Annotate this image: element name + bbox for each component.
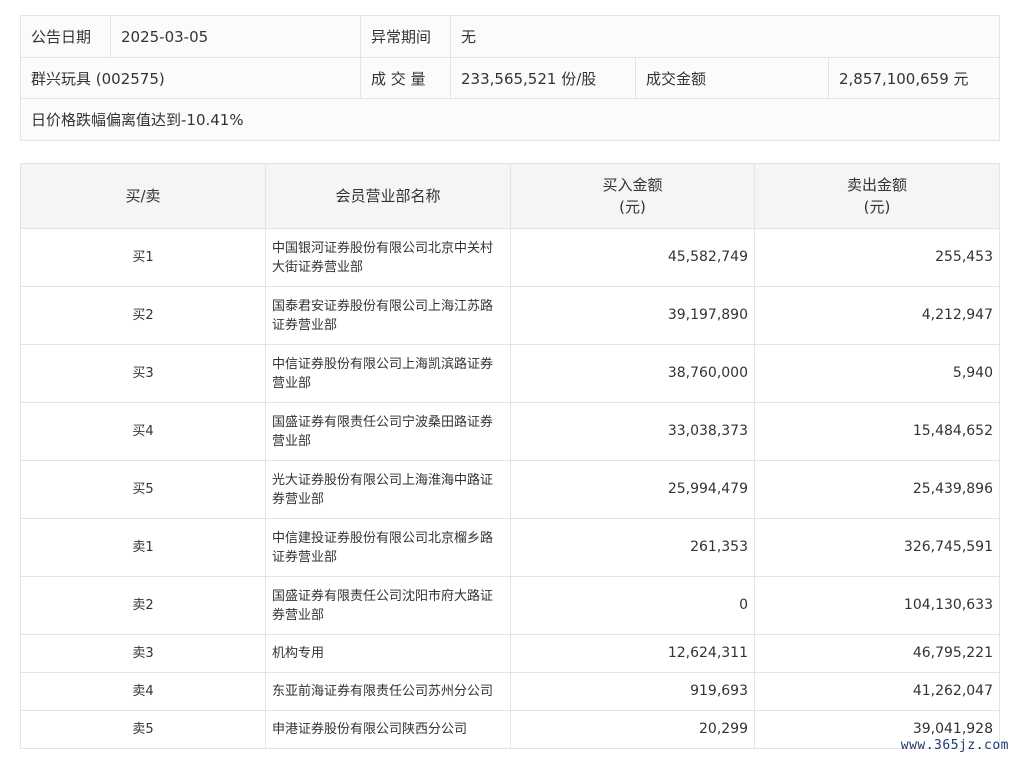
row-branch-name: 申港证券股份有限公司陕西分公司: [265, 710, 511, 749]
table-row: 卖3 机构专用 12,624,311 46,795,221: [20, 634, 1000, 673]
branch-name-line1: 光大证券股份有限公司上海淮海中路证: [272, 472, 494, 488]
volume-value: 233,565,521 份/股: [450, 57, 636, 99]
branch-name-line1: 国盛证券有限责任公司宁波桑田路证券: [272, 414, 494, 430]
branch-name-line1: 中国银河证券股份有限公司北京中关村: [272, 240, 494, 256]
branch-name-line2: 大街证券营业部: [272, 259, 364, 275]
table-row: 买2 国泰君安证券股份有限公司上海江苏路 证券营业部 39,197,890 4,…: [20, 286, 1000, 345]
site-watermark: www.365jz.com: [900, 738, 1009, 753]
branch-name-line2: 营业部: [272, 433, 312, 449]
summary-row-trade: 群兴玩具 (002575) 成 交 量 233,565,521 份/股 成交金额…: [20, 57, 1001, 99]
row-branch-name: 机构专用: [265, 634, 511, 673]
row-branch-name: 中国银河证券股份有限公司北京中关村 大街证券营业部: [265, 228, 511, 287]
table-row: 卖5 申港证券股份有限公司陕西分公司 20,299 39,041,928: [20, 710, 1000, 749]
row-buy-amount: 38,760,000: [510, 344, 755, 403]
table-row: 卖2 国盛证券有限责任公司沈阳市府大路证 券营业部 0 104,130,633: [20, 576, 1000, 635]
row-sell-amount: 104,130,633: [754, 576, 1000, 635]
volume-label: 成 交 量: [360, 57, 451, 99]
row-buy-amount: 12,624,311: [510, 634, 755, 673]
row-side: 卖1: [20, 518, 266, 577]
row-side: 卖4: [20, 672, 266, 711]
trading-detail-table: 买/卖 会员营业部名称 买入金额 (元) 卖出金额 (元) 买1 中国银河证券股…: [20, 163, 1000, 749]
branch-name-line2: 营业部: [272, 375, 312, 391]
branch-name-line2: 证券营业部: [272, 317, 338, 333]
summary-row-date: 公告日期 2025-03-05 异常期间 无: [20, 15, 1001, 58]
table-row: 买1 中国银河证券股份有限公司北京中关村 大街证券营业部 45,582,749 …: [20, 228, 1000, 287]
row-sell-amount: 255,453: [754, 228, 1000, 287]
branch-name-line1: 国盛证券有限责任公司沈阳市府大路证: [272, 588, 494, 604]
row-branch-name: 中信建投证券股份有限公司北京榴乡路 证券营业部: [265, 518, 511, 577]
table-row: 卖4 东亚前海证券有限责任公司苏州分公司 919,693 41,262,047: [20, 672, 1000, 711]
stock-name: 群兴玩具 (002575): [20, 57, 361, 99]
reason-text: 日价格跌幅偏离值达到-10.41%: [19, 98, 1001, 141]
row-buy-amount: 25,994,479: [510, 460, 755, 519]
row-branch-name: 国泰君安证券股份有限公司上海江苏路 证券营业部: [265, 286, 511, 345]
header-sell: 卖出金额 (元): [754, 163, 1000, 229]
row-side: 卖2: [20, 576, 266, 635]
table-row: 买5 光大证券股份有限公司上海淮海中路证 券营业部 25,994,479 25,…: [20, 460, 1000, 519]
row-sell-amount: 25,439,896: [754, 460, 1000, 519]
branch-name-line1: 国泰君安证券股份有限公司上海江苏路: [272, 298, 494, 314]
header-side: 买/卖: [20, 163, 266, 229]
row-sell-amount: 4,212,947: [754, 286, 1000, 345]
header-sell-title: 卖出金额: [846, 176, 907, 194]
table-row: 卖1 中信建投证券股份有限公司北京榴乡路 证券营业部 261,353 326,7…: [20, 518, 1000, 577]
row-side: 卖5: [20, 710, 266, 749]
row-buy-amount: 33,038,373: [510, 402, 755, 461]
row-side: 买2: [20, 286, 266, 345]
header-buy-unit: (元): [619, 198, 646, 216]
row-side: 买3: [20, 344, 266, 403]
row-buy-amount: 919,693: [510, 672, 755, 711]
row-side: 买1: [20, 228, 266, 287]
row-side: 买4: [20, 402, 266, 461]
table-row: 买3 中信证券股份有限公司上海凯滨路证券 营业部 38,760,000 5,94…: [20, 344, 1000, 403]
header-buy: 买入金额 (元): [510, 163, 755, 229]
summary-row-reason: 日价格跌幅偏离值达到-10.41%: [19, 98, 1001, 141]
amount-value: 2,857,100,659 元: [827, 57, 1001, 99]
date-label: 公告日期: [20, 15, 111, 58]
row-buy-amount: 0: [510, 576, 755, 635]
branch-name-line1: 中信证券股份有限公司上海凯滨路证券: [272, 356, 494, 372]
row-branch-name: 国盛证券有限责任公司宁波桑田路证券 营业部: [265, 402, 511, 461]
amount-label: 成交金额: [635, 57, 829, 99]
branch-name-line2: 券营业部: [272, 491, 325, 507]
row-branch-name: 东亚前海证券有限责任公司苏州分公司: [265, 672, 511, 711]
row-sell-amount: 46,795,221: [754, 634, 1000, 673]
header-buy-title: 买入金额: [602, 176, 663, 194]
table-row: 买4 国盛证券有限责任公司宁波桑田路证券 营业部 33,038,373 15,4…: [20, 402, 1000, 461]
row-buy-amount: 261,353: [510, 518, 755, 577]
date-value: 2025-03-05: [110, 15, 361, 58]
row-buy-amount: 45,582,749: [510, 228, 755, 287]
row-sell-amount: 5,940: [754, 344, 1000, 403]
table-header-row: 买/卖 会员营业部名称 买入金额 (元) 卖出金额 (元): [20, 163, 1000, 229]
row-buy-amount: 39,197,890: [510, 286, 755, 345]
row-side: 买5: [20, 460, 266, 519]
branch-name-line2: 证券营业部: [272, 549, 338, 565]
row-sell-amount: 326,745,591: [754, 518, 1000, 577]
row-branch-name: 中信证券股份有限公司上海凯滨路证券 营业部: [265, 344, 511, 403]
summary-table: 公告日期 2025-03-05 异常期间 无 群兴玩具 (002575) 成 交…: [19, 15, 1001, 141]
period-label: 异常期间: [360, 15, 451, 58]
period-value: 无: [449, 15, 1001, 58]
branch-name-line2: 券营业部: [272, 607, 325, 623]
row-sell-amount: 15,484,652: [754, 402, 1000, 461]
row-branch-name: 国盛证券有限责任公司沈阳市府大路证 券营业部: [265, 576, 511, 635]
row-sell-amount: 41,262,047: [754, 672, 1000, 711]
row-branch-name: 光大证券股份有限公司上海淮海中路证 券营业部: [265, 460, 511, 519]
branch-name-line1: 中信建投证券股份有限公司北京榴乡路: [272, 530, 494, 546]
header-sell-unit: (元): [863, 198, 891, 216]
row-buy-amount: 20,299: [510, 710, 755, 749]
header-name: 会员营业部名称: [265, 163, 511, 229]
row-side: 卖3: [20, 634, 266, 673]
